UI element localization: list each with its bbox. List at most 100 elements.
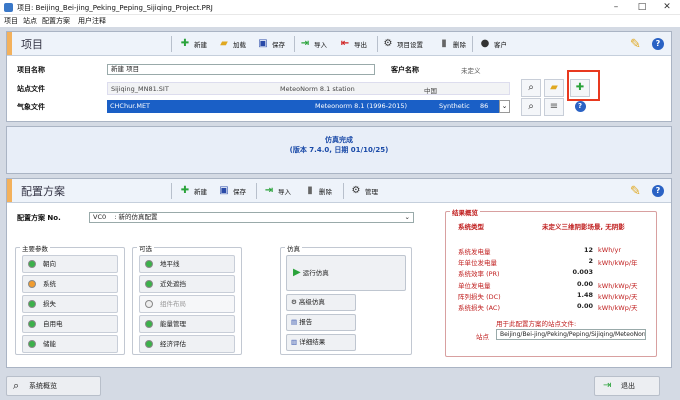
- import-icon: ⇥: [264, 185, 274, 196]
- gear-icon: ⚙: [383, 38, 393, 49]
- save-icon: ▣: [258, 38, 268, 49]
- site-file-label: 站点文件: [17, 85, 45, 93]
- storage-button[interactable]: 储能: [22, 335, 118, 353]
- module-layout-button[interactable]: 组件布局: [139, 295, 235, 313]
- variant-help-button[interactable]: ?: [652, 182, 664, 200]
- site-search-button[interactable]: ⌕: [521, 79, 541, 97]
- self-consumption-button[interactable]: 自用电: [22, 315, 118, 333]
- status-dot-icon: [28, 320, 36, 328]
- meteo-file-select[interactable]: CHChur.MET Meteonorm 8.1 (1996-2015) Syn…: [107, 100, 500, 113]
- client-button[interactable]: ● 客户: [479, 35, 507, 53]
- load-project-button[interactable]: ▰ 加载: [218, 35, 246, 53]
- new-project-button[interactable]: ✚ 新建: [179, 35, 207, 53]
- folder-icon: ▰: [550, 82, 558, 93]
- plus-icon: ✚: [180, 38, 190, 49]
- maximize-button[interactable]: □: [630, 1, 654, 14]
- project-header: 项目 ✚ 新建 ▰ 加载 ▣ 保存 ⇥ 导入 ⇤ 导出 ⚙ 项目设置 ▮ 删除 ● 客户 ✎ ?: [7, 32, 671, 56]
- new-variant-button[interactable]: ✚ 新建: [179, 182, 207, 200]
- optional-group: 可选 地平线 近处遮挡 组件布局 能量管理 经济评估: [132, 243, 242, 355]
- highlight-box: [567, 70, 600, 101]
- chart-icon: ▥: [291, 338, 298, 346]
- client-name-value: 未定义: [461, 67, 481, 75]
- window-title: 项目: Beijing_Bei-jing_Peking_Peping_Sijiq…: [17, 4, 213, 12]
- horizon-button[interactable]: 地平线: [139, 255, 235, 273]
- system-overview-button[interactable]: ⌕ 系统概览: [6, 376, 101, 396]
- site-note: 用于此配置方案的站点文件:: [496, 320, 577, 328]
- meteo-database-button[interactable]: ≡: [544, 98, 564, 116]
- status-dot-icon: [28, 340, 36, 348]
- save-variant-button[interactable]: ▣ 保存: [218, 182, 246, 200]
- title-bar: 项目: Beijing_Bei-jing_Peking_Peping_Sijiq…: [0, 0, 680, 15]
- system-button[interactable]: 系统: [22, 275, 118, 293]
- advanced-simulation-button[interactable]: ⚙ 高级仿真: [286, 294, 356, 311]
- system-type-label: 系统类型: [458, 223, 484, 231]
- pencil-icon[interactable]: ✎: [630, 35, 641, 53]
- app-icon: [4, 3, 13, 12]
- help-icon: ?: [574, 101, 586, 112]
- magnifier-icon: ⌕: [528, 101, 534, 112]
- menu-bar: 项目 站点 配置方案 用户注释: [0, 15, 680, 27]
- export-project-button[interactable]: ⇤ 导出: [339, 35, 367, 53]
- variant-select[interactable]: VC0 : 新的仿真配置 ⌄: [89, 212, 414, 223]
- close-button[interactable]: ✕: [655, 1, 679, 14]
- project-title: 项目: [21, 38, 43, 51]
- exit-button[interactable]: ⇥ 退出: [594, 376, 660, 396]
- menu-project[interactable]: 项目: [4, 16, 18, 26]
- project-settings-button[interactable]: ⚙ 项目设置: [382, 35, 423, 53]
- import-project-button[interactable]: ⇥ 导入: [299, 35, 327, 53]
- status-dot-icon: [28, 260, 36, 268]
- import-variant-button[interactable]: ⇥ 导入: [263, 182, 291, 200]
- detailed-results-button[interactable]: ▥ 详细结果: [286, 334, 356, 351]
- client-name-label: 客户名称: [391, 66, 419, 74]
- help-icon: ?: [652, 185, 664, 197]
- delete-variant-button[interactable]: ▮ 删除: [304, 182, 332, 200]
- site-file-field[interactable]: Sijiqing_MN81.SIT MeteoNorm 8.1 station …: [107, 82, 510, 95]
- database-icon: ≡: [549, 101, 559, 112]
- help-button[interactable]: ?: [652, 35, 664, 53]
- help-icon: ?: [652, 38, 664, 50]
- variant-panel: 配置方案 ✚ 新建 ▣ 保存 ⇥ 导入 ▮ 删除 ⚙ 管理 ✎ ? 配置方案 No. VC…: [6, 178, 672, 368]
- menu-variant[interactable]: 配置方案: [42, 16, 70, 26]
- results-overview: 结果概览 系统类型 未定义三维阴影场景, 无阴影 系统发电量 12 kWh/yr…: [445, 207, 657, 357]
- play-icon: ▶: [293, 267, 301, 278]
- status-dot-icon: [28, 280, 36, 288]
- project-name-input[interactable]: 新建 项目: [107, 64, 375, 75]
- menu-user-notes[interactable]: 用户注释: [78, 16, 106, 26]
- status-dot-icon: [145, 340, 153, 348]
- save-icon: ▣: [219, 185, 229, 196]
- pencil-icon[interactable]: ✎: [630, 182, 641, 200]
- meteo-search-button[interactable]: ⌕: [521, 98, 541, 116]
- export-icon: ⇤: [340, 38, 350, 49]
- site-open-button[interactable]: ▰: [544, 79, 564, 97]
- magnifier-icon: ⌕: [528, 82, 534, 93]
- losses-button[interactable]: 损失: [22, 295, 118, 313]
- orientation-button[interactable]: 朝向: [22, 255, 118, 273]
- delete-project-button[interactable]: ▮ 删除: [438, 35, 466, 53]
- economic-evaluation-button[interactable]: 经济评估: [139, 335, 235, 353]
- trash-icon: ▮: [441, 38, 447, 49]
- main-params-group: 主要参数 朝向 系统 损失 自用电 储能: [15, 243, 125, 355]
- variant-title: 配置方案: [21, 185, 65, 198]
- status-dot-icon: [145, 280, 153, 288]
- meteo-file-label: 气象文件: [17, 103, 45, 111]
- project-panel: 项目 ✚ 新建 ▰ 加载 ▣ 保存 ⇥ 导入 ⇤ 导出 ⚙ 项目设置 ▮ 删除 ● 客户 ✎ ?…: [6, 31, 672, 122]
- meteo-help-button[interactable]: ?: [570, 98, 590, 116]
- save-project-button[interactable]: ▣ 保存: [257, 35, 285, 53]
- energy-management-button[interactable]: 能量管理: [139, 315, 235, 333]
- near-shading-button[interactable]: 近处遮挡: [139, 275, 235, 293]
- folder-icon: ▰: [220, 38, 228, 49]
- report-button[interactable]: ▤ 报告: [286, 314, 356, 331]
- status-dot-icon: [145, 260, 153, 268]
- manage-variant-button[interactable]: ⚙ 管理: [350, 182, 378, 200]
- project-name-label: 项目名称: [17, 66, 45, 74]
- chevron-down-icon[interactable]: ⌄: [499, 100, 510, 113]
- menu-site[interactable]: 站点: [23, 16, 37, 26]
- plus-icon: ✚: [180, 185, 190, 196]
- import-icon: ⇥: [300, 38, 310, 49]
- status-line-1: 仿真完成: [325, 136, 353, 144]
- result-site-label: 站点: [476, 333, 489, 341]
- minimize-button[interactable]: –: [604, 1, 628, 14]
- run-simulation-button[interactable]: ▶ 运行仿真: [286, 255, 406, 291]
- result-site-value: Beijing/Bei-jing/Peking/Peping/Sijiqing/…: [496, 329, 646, 340]
- exit-icon: ⇥: [603, 380, 612, 391]
